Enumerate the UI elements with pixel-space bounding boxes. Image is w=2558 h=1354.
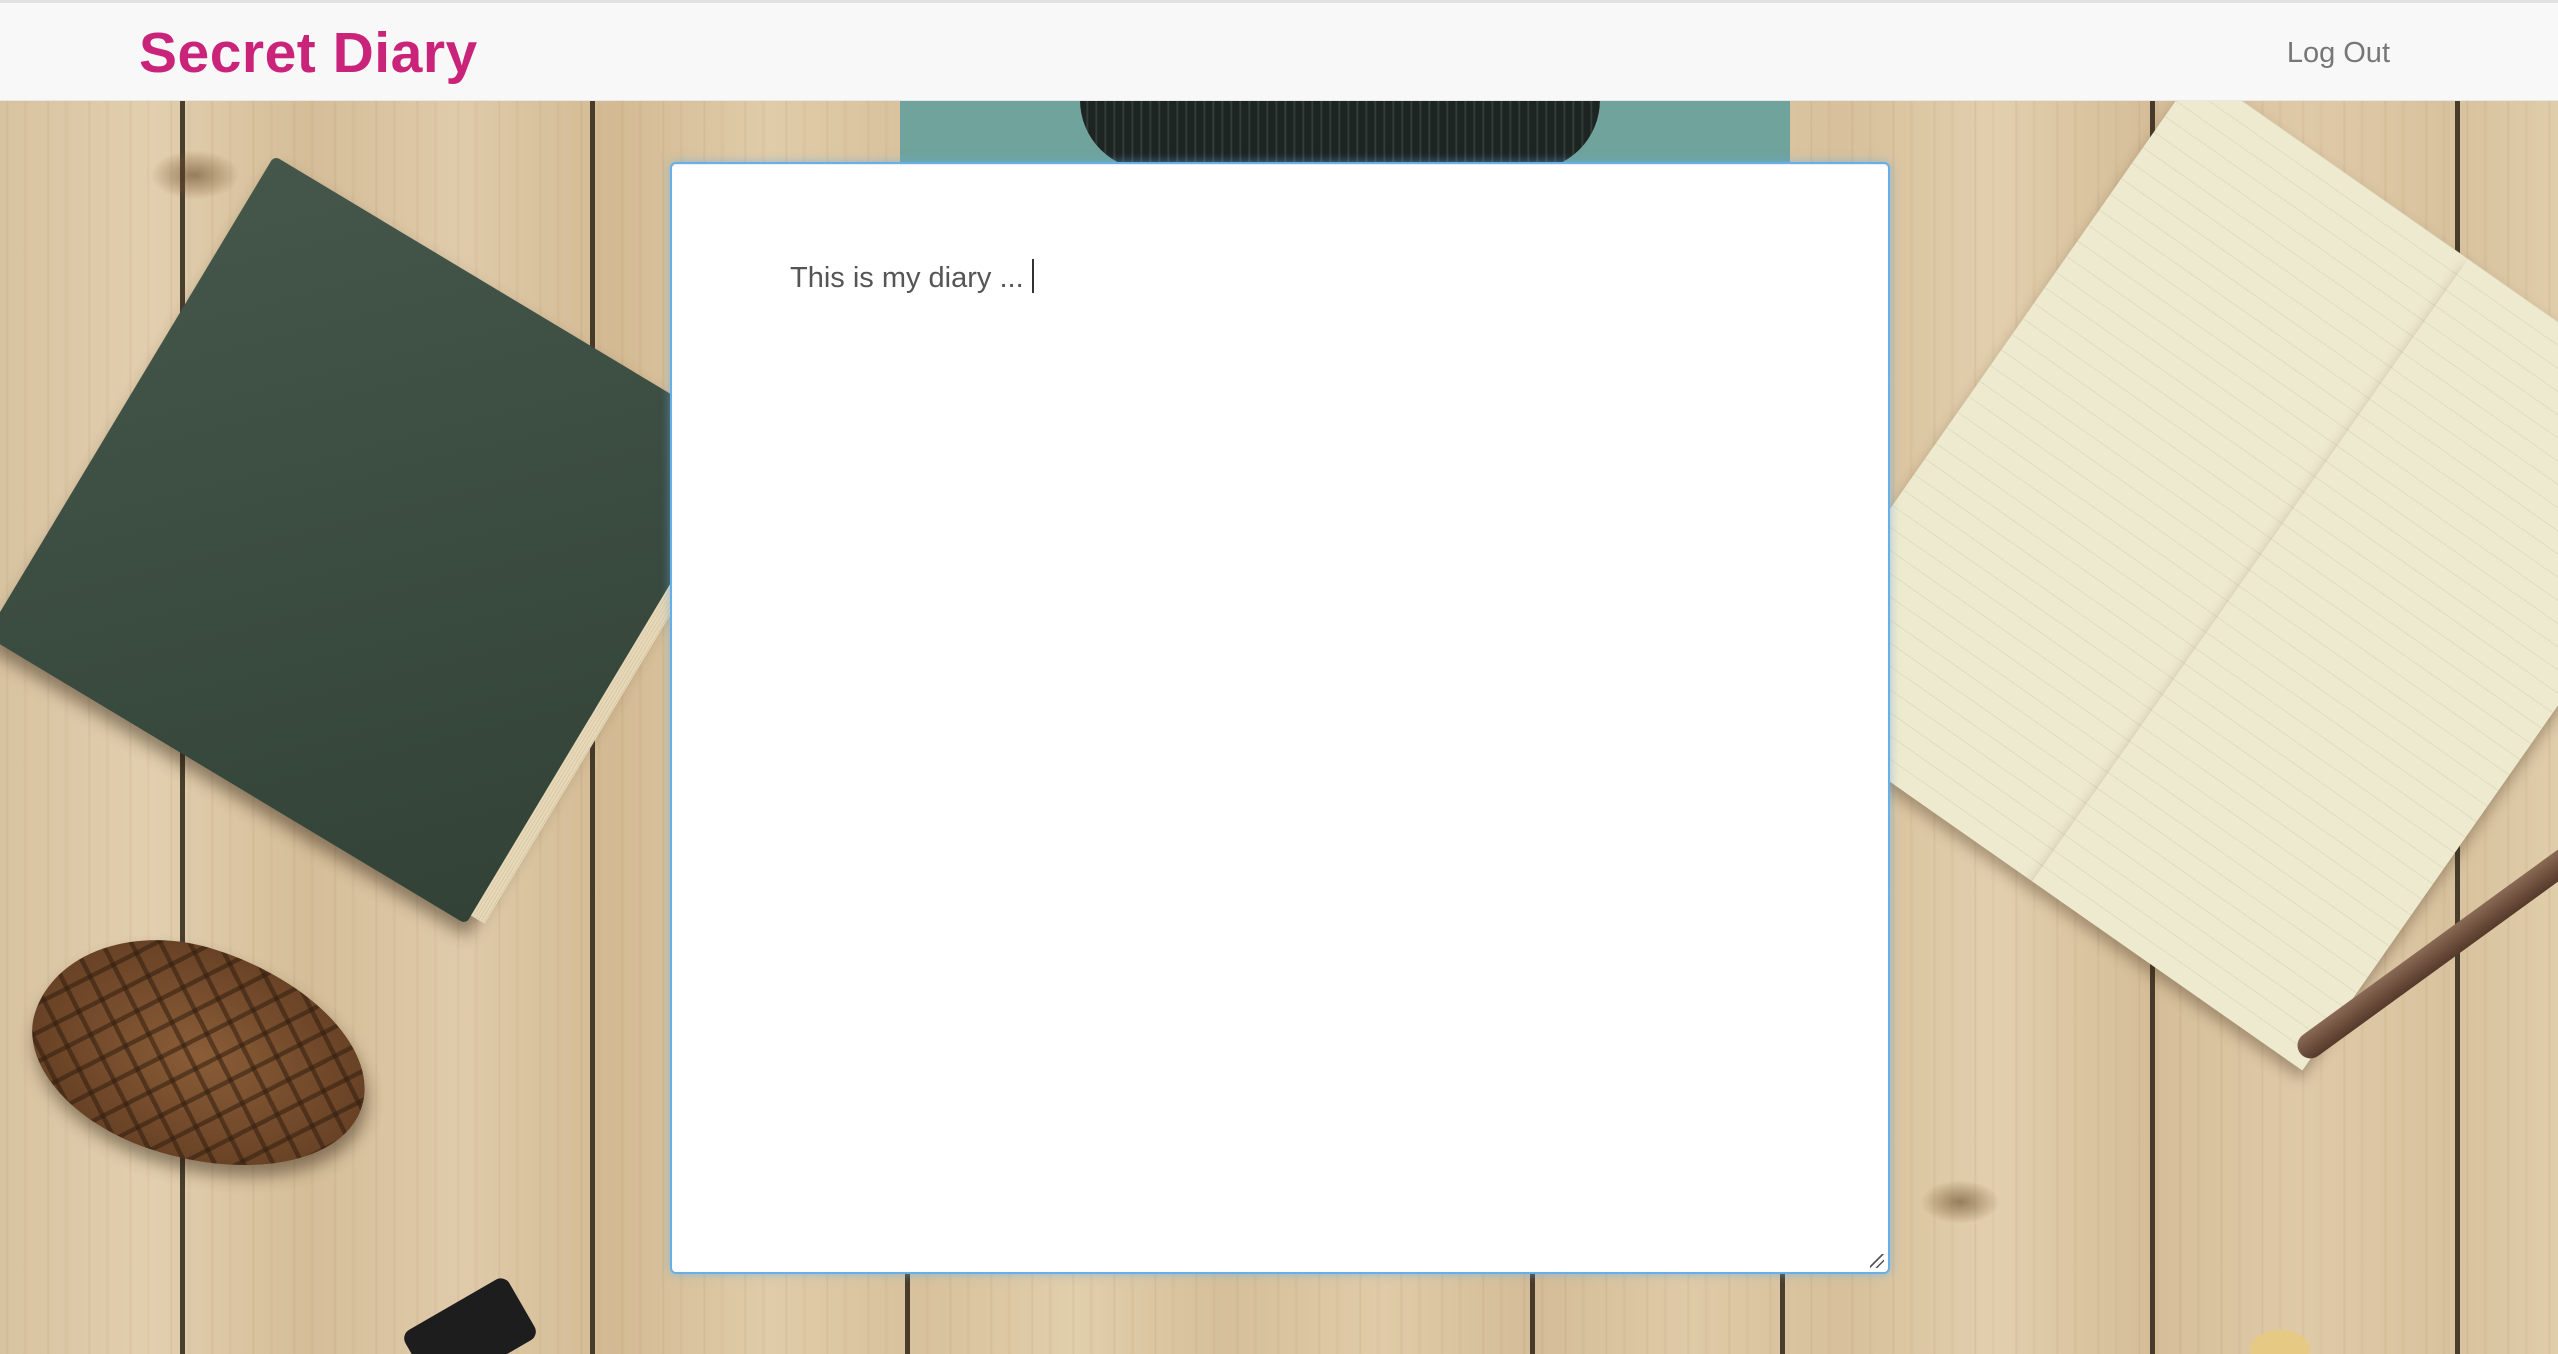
diary-text-line: This is my diary ... bbox=[790, 258, 1034, 298]
navbar: Secret Diary Log Out bbox=[0, 0, 2558, 101]
diary-content: This is my diary ... bbox=[790, 262, 1024, 294]
logout-link[interactable]: Log Out bbox=[2287, 35, 2390, 71]
resize-handle-icon[interactable] bbox=[1870, 1254, 1884, 1268]
wood-knot bbox=[150, 150, 240, 200]
wood-knot bbox=[1920, 1180, 2000, 1224]
diary-textarea[interactable]: This is my diary ... bbox=[670, 162, 1890, 1274]
page: Secret Diary Log Out This is my diary ..… bbox=[0, 0, 2558, 1354]
brand-logo-link[interactable]: Secret Diary bbox=[139, 21, 478, 85]
typewriter-keys bbox=[1080, 100, 1600, 170]
text-caret bbox=[1031, 259, 1034, 293]
